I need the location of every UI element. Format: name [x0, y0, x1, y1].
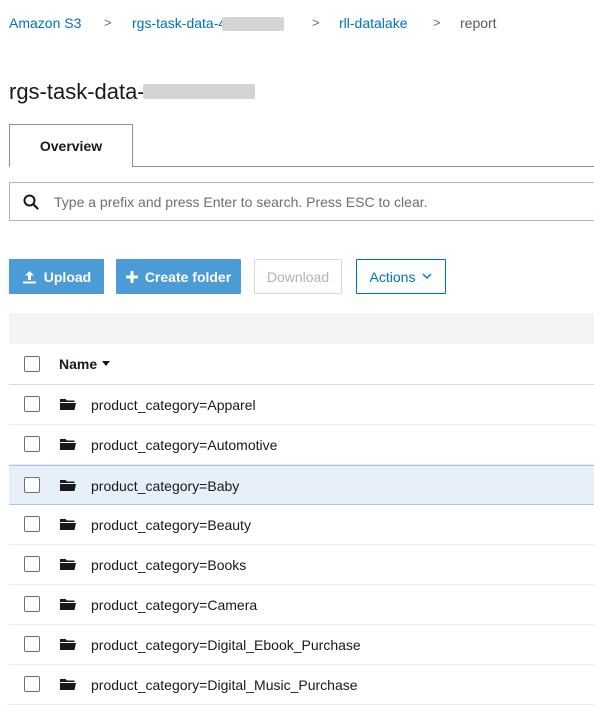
row-checkbox[interactable]: [24, 396, 40, 412]
page-title-text: rgs-task-data-: [9, 79, 145, 104]
folder-name-link[interactable]: product_category=Baby: [91, 477, 239, 495]
actions-dropdown-button[interactable]: Actions: [356, 259, 446, 294]
table-row[interactable]: product_category=Camera: [9, 585, 594, 625]
upload-button[interactable]: Upload: [9, 259, 104, 294]
folder-name-link[interactable]: product_category=Automotive: [91, 436, 277, 454]
redacted-text: [142, 83, 255, 99]
row-checkbox[interactable]: [24, 676, 40, 692]
folder-name-link[interactable]: product_category=Beauty: [91, 516, 251, 534]
table-header: Name: [9, 344, 594, 385]
folder-icon: [60, 399, 76, 410]
table-row[interactable]: product_category=Books: [9, 545, 594, 585]
folder-icon: [60, 599, 76, 610]
row-checkbox[interactable]: [24, 436, 40, 452]
create-folder-button[interactable]: Create folder: [116, 259, 241, 294]
table-row[interactable]: product_category=Digital_Music_Purchase: [9, 665, 594, 705]
download-button-label: Download: [266, 268, 330, 285]
table-row[interactable]: product_category=Beauty: [9, 505, 594, 545]
tab-overview[interactable]: Overview: [9, 124, 133, 167]
table-row[interactable]: product_category=Baby: [9, 465, 594, 505]
breadcrumb-bucket-label: rgs-task-data-4: [132, 15, 227, 31]
breadcrumb-separator: >: [312, 15, 320, 30]
breadcrumb-separator: >: [104, 15, 112, 30]
actions-button-label: Actions: [369, 268, 416, 285]
row-checkbox[interactable]: [24, 477, 40, 493]
folder-icon: [60, 639, 76, 650]
column-header-name[interactable]: Name: [59, 356, 97, 372]
create-folder-button-label: Create folder: [144, 268, 232, 285]
folder-icon: [60, 519, 76, 530]
search-icon: [23, 194, 39, 210]
breadcrumb-current: report: [460, 15, 497, 31]
folder-icon: [60, 439, 76, 450]
folder-icon: [60, 679, 76, 690]
folder-icon: [60, 559, 76, 570]
breadcrumb-amazon-s3[interactable]: Amazon S3: [9, 14, 81, 32]
page-title: rgs-task-data-: [9, 78, 255, 106]
folder-name-link[interactable]: product_category=Digital_Music_Purchase: [91, 676, 358, 694]
table-row[interactable]: product_category=Automotive: [9, 425, 594, 465]
row-checkbox[interactable]: [24, 556, 40, 572]
folder-name-link[interactable]: product_category=Apparel: [91, 396, 256, 414]
redacted-text: [222, 17, 285, 32]
search-input[interactable]: [54, 191, 574, 213]
folder-name-link[interactable]: product_category=Digital_Ebook_Purchase: [91, 636, 361, 654]
breadcrumb-bucket[interactable]: rgs-task-data-4: [132, 14, 285, 32]
plus-icon: [125, 270, 138, 283]
row-checkbox[interactable]: [24, 516, 40, 532]
row-checkbox[interactable]: [24, 636, 40, 652]
table-row[interactable]: product_category=Apparel: [9, 385, 594, 425]
download-button[interactable]: Download: [254, 259, 342, 294]
breadcrumb-separator: >: [433, 15, 441, 30]
row-checkbox[interactable]: [24, 596, 40, 612]
folder-icon: [60, 480, 76, 491]
upload-icon: [22, 270, 36, 283]
table-row[interactable]: product_category=Digital_Ebook_Purchase: [9, 625, 594, 665]
select-all-checkbox[interactable]: [24, 356, 40, 372]
table-toolbar: [9, 313, 594, 344]
search-box: [9, 182, 594, 221]
chevron-down-icon: [422, 273, 432, 279]
caret-down-icon[interactable]: [102, 361, 110, 366]
breadcrumb-folder[interactable]: rll-datalake: [339, 14, 407, 32]
folder-name-link[interactable]: product_category=Camera: [91, 596, 257, 614]
upload-button-label: Upload: [43, 268, 92, 285]
folder-name-link[interactable]: product_category=Books: [91, 556, 246, 574]
